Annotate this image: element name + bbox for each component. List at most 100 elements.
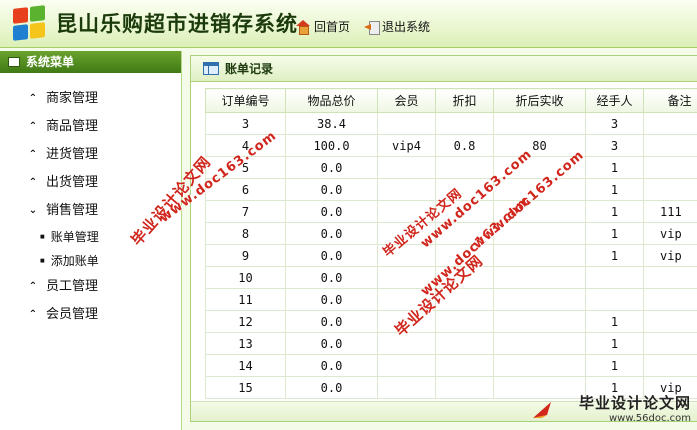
cell-member <box>377 376 436 399</box>
table-row: 13 0.0 1 <box>205 332 697 355</box>
logout-link-label: 退出系统 <box>382 20 431 34</box>
cell-total: 0.0 <box>285 222 378 245</box>
home-icon <box>296 20 310 35</box>
cell-handler: 1 <box>585 200 644 223</box>
pen-tip-icon <box>533 402 551 418</box>
sidebar-item-sales[interactable]: ⌄ 销售管理 <box>0 197 181 225</box>
cell-handler: 1 <box>585 156 644 179</box>
submenu-item-add-bill[interactable]: 添加账单 <box>0 249 181 273</box>
chevron-up-icon: ⌃ <box>28 149 38 160</box>
cell-total: 0.0 <box>285 310 378 333</box>
cell-discount <box>435 112 494 135</box>
sidebar-item-member[interactable]: ⌃ 会员管理 <box>0 301 181 329</box>
cell-note <box>643 156 697 179</box>
cell-discount <box>435 222 494 245</box>
cell-member <box>377 354 436 377</box>
cell-discount <box>435 200 494 223</box>
sidebar-item-staff[interactable]: ⌃ 员工管理 <box>0 273 181 301</box>
bills-table: 订单编号 物品总价 会员 折扣 折后实收 经手人 备注 3 38.4 3 4 100.0… <box>205 88 697 399</box>
cell-actual <box>493 156 586 179</box>
cell-actual <box>493 310 586 333</box>
table-icon <box>203 62 219 75</box>
cell-total: 0.0 <box>285 332 378 355</box>
cell-total: 0.0 <box>285 200 378 223</box>
table-row: 6 0.0 1 <box>205 178 697 201</box>
cell-actual <box>493 288 586 311</box>
panel-header: 账单记录 <box>191 56 697 82</box>
column-header-note: 备注 <box>643 88 697 113</box>
cell-discount <box>435 178 494 201</box>
cell-handler: 1 <box>585 310 644 333</box>
cell-total: 0.0 <box>285 178 378 201</box>
table-body: 3 38.4 3 4 100.0 vip4 0.8 80 3 5 0.0 1 6 0.0 1 7 0.0 1 111… <box>205 112 697 399</box>
home-link[interactable]: 回首页 <box>296 18 350 35</box>
cell-handler <box>585 266 644 289</box>
sidebar-item-label: 销售管理 <box>46 203 99 218</box>
sidebar-item-label: 商品管理 <box>46 119 99 134</box>
table-row: 11 0.0 <box>205 288 697 311</box>
cell-discount: 0.8 <box>435 134 494 157</box>
cell-discount <box>435 332 494 355</box>
chevron-up-icon: ⌃ <box>28 93 38 104</box>
cell-total: 100.0 <box>285 134 378 157</box>
cell-order-id: 13 <box>205 332 286 355</box>
sidebar: 系统菜单 ⌃ 商家管理 ⌃ 商品管理 ⌃ 进货管理 ⌃ 出货管理 ⌄ 销售管理 … <box>0 51 182 430</box>
cell-note: vip <box>643 244 697 267</box>
chevron-up-icon: ⌃ <box>28 121 38 132</box>
cell-actual <box>493 222 586 245</box>
table-header-row: 订单编号 物品总价 会员 折扣 折后实收 经手人 备注 <box>205 88 697 113</box>
sidebar-item-merchant[interactable]: ⌃ 商家管理 <box>0 85 181 113</box>
column-header-discount: 折扣 <box>435 88 494 113</box>
sidebar-item-label: 出货管理 <box>46 175 99 190</box>
cell-handler: 1 <box>585 178 644 201</box>
sales-submenu: 账单管理 添加账单 <box>0 225 181 273</box>
cell-discount <box>435 310 494 333</box>
submenu-item-bills[interactable]: 账单管理 <box>0 225 181 249</box>
table-row: 4 100.0 vip4 0.8 80 3 <box>205 134 697 157</box>
sidebar-item-product[interactable]: ⌃ 商品管理 <box>0 113 181 141</box>
sidebar-item-shipment[interactable]: ⌃ 出货管理 <box>0 169 181 197</box>
cell-note: vip <box>643 222 697 245</box>
table-row: 9 0.0 1 vip <box>205 244 697 267</box>
cell-order-id: 4 <box>205 134 286 157</box>
cell-order-id: 8 <box>205 222 286 245</box>
cell-order-id: 14 <box>205 354 286 377</box>
cell-member <box>377 200 436 223</box>
cell-actual <box>493 376 586 399</box>
cell-order-id: 10 <box>205 266 286 289</box>
cell-note <box>643 288 697 311</box>
logout-link[interactable]: 退出系统 <box>364 18 430 35</box>
cell-actual <box>493 112 586 135</box>
cell-order-id: 3 <box>205 112 286 135</box>
sidebar-item-label: 商家管理 <box>46 91 99 106</box>
cell-note: 111 <box>643 200 697 223</box>
cell-member <box>377 112 436 135</box>
cell-note <box>643 310 697 333</box>
column-header-handler: 经手人 <box>585 88 644 113</box>
sidebar-item-purchase[interactable]: ⌃ 进货管理 <box>0 141 181 169</box>
sidebar-item-label: 员工管理 <box>46 279 99 294</box>
chevron-up-icon: ⌃ <box>28 177 38 188</box>
brand-watermark: 毕业设计论文网 www.56doc.com <box>579 392 691 424</box>
brand-url: www.56doc.com <box>608 413 691 424</box>
cell-note <box>643 178 697 201</box>
table-row: 3 38.4 3 <box>205 112 697 135</box>
app-title: 昆山乐购超市进销存系统 <box>56 12 298 36</box>
cell-member <box>377 266 436 289</box>
table-row: 12 0.0 1 <box>205 310 697 333</box>
chevron-down-icon: ⌄ <box>28 205 38 216</box>
cell-note <box>643 266 697 289</box>
table-row: 5 0.0 1 <box>205 156 697 179</box>
cell-member <box>377 222 436 245</box>
cell-note <box>643 112 697 135</box>
cell-member <box>377 156 436 179</box>
cell-total: 0.0 <box>285 244 378 267</box>
cell-handler <box>585 288 644 311</box>
column-header-member: 会员 <box>377 88 436 113</box>
cell-actual <box>493 200 586 223</box>
panel-title: 账单记录 <box>225 62 274 76</box>
cell-note <box>643 134 697 157</box>
app-header: 昆山乐购超市进销存系统 回首页 退出系统 <box>0 0 697 48</box>
cell-order-id: 6 <box>205 178 286 201</box>
cell-order-id: 9 <box>205 244 286 267</box>
